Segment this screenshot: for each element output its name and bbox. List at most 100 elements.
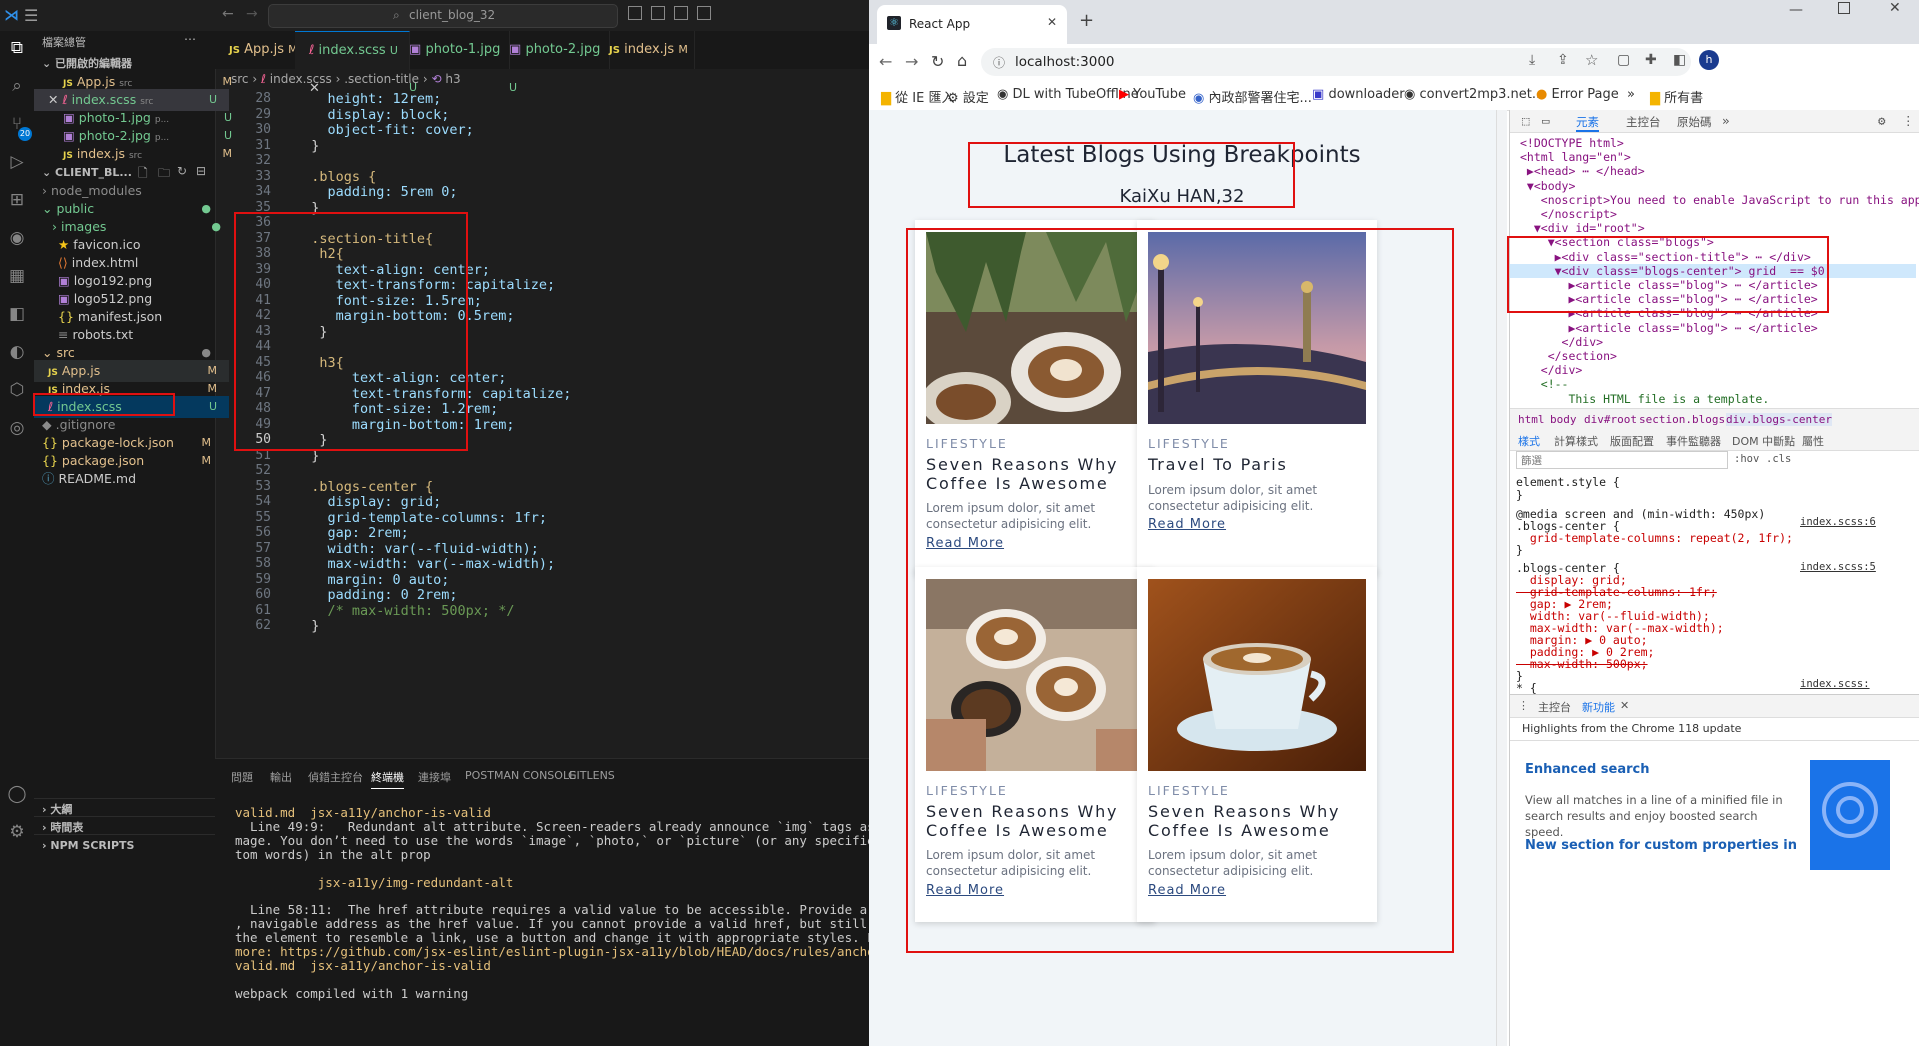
panel-tab-terminal[interactable]: 終端機 [371,769,404,789]
bookmark-item[interactable]: ▇ 從 IE 匯入 [881,87,954,106]
path-item[interactable]: html [1518,413,1545,426]
close-tab-icon[interactable]: ✕ [1047,15,1057,29]
tab-photo-1[interactable]: ▣ photo-1.jpg U [395,31,510,94]
toggle-panel-icon[interactable] [651,6,665,20]
tab-layout[interactable]: 版面配置 [1610,433,1654,449]
breadcrumb-item[interactable]: .section-title [344,72,419,86]
source-link[interactable]: index.scss:6 [1800,516,1876,528]
tab-elements[interactable]: 元素 [1576,114,1599,132]
bookmark-item[interactable]: ● Error Page [1536,87,1619,102]
panel-tab-output[interactable]: 輸出 [270,769,292,785]
tab-sources[interactable]: 原始碼 [1677,114,1712,130]
inspect-icon[interactable]: ⬚ [1522,113,1530,128]
reload-icon[interactable]: ↻ [931,52,944,71]
cls-toggle[interactable]: .cls [1766,453,1791,465]
install-icon[interactable]: ⤓ [1529,52,1535,68]
tab-photo-2[interactable]: ▣ photo-2.jpg U [495,31,610,94]
whats-new-title[interactable]: Enhanced search [1525,762,1649,777]
more-bookmarks-icon[interactable]: » [1627,87,1635,102]
dom-node[interactable]: ▼<body> [1520,179,1575,193]
css-rule-line[interactable]: max-width: 500px; [1516,657,1648,671]
styles-filter-input[interactable]: 篩選 [1516,451,1728,469]
tab-properties[interactable]: 屬性 [1802,433,1824,449]
run-debug-icon[interactable]: ▷ [6,151,28,173]
puzzle-icon[interactable]: ✚ [1645,52,1657,68]
more-actions-icon[interactable]: ⋯ [184,32,196,46]
devtools-settings-icon[interactable]: ⚙ [1878,113,1886,128]
search-icon[interactable]: ⌕ [6,75,28,97]
panel-tab-gitlens[interactable]: GITLENS [568,769,615,782]
path-item[interactable]: div#root [1584,413,1637,426]
drawer-tab-whats-new[interactable]: 新功能 [1582,699,1615,715]
github-icon[interactable]: ◉ [6,227,28,249]
close-drawer-tab-icon[interactable]: ✕ [1620,699,1629,712]
path-item[interactable]: body [1550,413,1577,426]
tab-styles[interactable]: 樣式 [1518,433,1540,449]
bookmark-item[interactable]: ▶ YouTube [1119,87,1186,102]
bookmark-item[interactable]: ◉ convert2mp3.net... [1404,87,1544,102]
breadcrumb-item[interactable]: index.scss [270,72,332,86]
css-rule-line[interactable]: * { [1516,681,1537,695]
path-item-active[interactable]: div.blogs-center [1726,413,1832,426]
extensions-icon[interactable]: ⊞ [6,189,28,211]
collapse-icon[interactable]: ⊟ [196,164,206,178]
dom-node[interactable]: </div> [1520,335,1604,349]
panel-tab-problems[interactable]: 問題 [231,769,253,785]
dom-node[interactable]: </div> [1520,363,1583,377]
page-scrollbar[interactable] [1496,110,1507,1046]
bookmark-item[interactable]: ▣ downloader [1312,87,1405,102]
minimize-icon[interactable]: — [1789,2,1803,18]
remote-icon[interactable]: ◧ [6,303,28,325]
device-toggle-icon[interactable]: ▭ [1542,113,1550,128]
info-icon[interactable]: ⓘ [993,54,1005,71]
dom-node[interactable]: ▶<head> ⋯ </head> [1520,164,1645,178]
sidepanel-icon[interactable]: ◧ [1673,52,1686,68]
menu-icon[interactable]: ☰ [24,6,38,25]
new-tab-icon[interactable]: + [1079,10,1094,31]
extension-icon[interactable]: ▢ [1617,52,1630,68]
tab-console[interactable]: 主控台 [1626,114,1661,130]
tab-index-scss[interactable]: ℓ index.scss U ✕ [295,31,410,96]
postman-icon[interactable]: ◎ [6,417,28,439]
command-search-box[interactable]: ⌕ client_blog_32 [268,4,618,28]
browser-tab[interactable]: ⚛ React App ✕ [877,5,1067,44]
css-rule-line[interactable]: } [1516,543,1523,557]
source-link[interactable]: index.scss: [1800,678,1870,690]
forward-arrow-icon[interactable]: → [246,6,258,22]
close-window-icon[interactable]: ✕ [1889,0,1901,16]
tab-computed[interactable]: 計算樣式 [1554,433,1598,449]
bookmark-star-icon[interactable]: ☆ [1585,51,1598,69]
panel-tab-postman[interactable]: POSTMAN CONSOLE [465,769,576,782]
dom-node[interactable]: This HTML file is a template. [1520,392,1769,406]
css-rule-line[interactable]: element.style { [1516,475,1620,489]
account-icon[interactable]: ◯ [6,783,28,805]
dom-node[interactable]: <!DOCTYPE html> [1520,136,1624,150]
dom-node[interactable]: <noscript>You need to enable JavaScript … [1520,193,1919,207]
whats-new-title[interactable]: New section for custom properties in [1525,838,1797,853]
cube-icon[interactable]: ⬡ [6,379,28,401]
dom-node[interactable]: </noscript> [1520,207,1617,221]
toggle-sidebar-icon[interactable] [628,6,642,20]
maximize-icon[interactable] [1838,2,1850,14]
tab-event-listeners[interactable]: 事件監聽器 [1666,433,1721,449]
files-icon[interactable]: ⧉ [6,37,28,59]
dom-node[interactable]: ▼<div id="root"> [1520,221,1645,235]
bookmark-item[interactable]: ◉ 內政部警署住宅... [1193,87,1312,106]
drawer-menu-icon[interactable]: ⋮ [1518,699,1529,712]
avatar[interactable]: h [1699,50,1719,70]
settings-gear-icon[interactable]: ⚙ [6,821,28,843]
path-item[interactable]: section.blogs [1639,413,1725,426]
hov-toggle[interactable]: :hov [1734,453,1759,465]
bookmark-item[interactable]: ▇ 所有書 [1650,87,1703,106]
tab-index-js[interactable]: JS index.js M [595,31,695,69]
npm-scripts-section[interactable]: › NPM SCRIPTS [34,834,223,857]
toggle-secondary-icon[interactable] [674,6,688,20]
more-tabs-icon[interactable]: » [1722,113,1730,128]
home-icon[interactable]: ⌂ [957,51,967,70]
breadcrumb-item[interactable]: h3 [445,72,460,86]
back-arrow-icon[interactable]: ← [222,6,234,22]
share-icon[interactable]: ⇪ [1557,52,1569,68]
tab-dom-breakpoints[interactable]: DOM 中斷點 [1732,433,1795,449]
bookmark-item[interactable]: ⚙ 設定 [947,87,989,106]
back-icon[interactable]: ← [879,52,892,71]
